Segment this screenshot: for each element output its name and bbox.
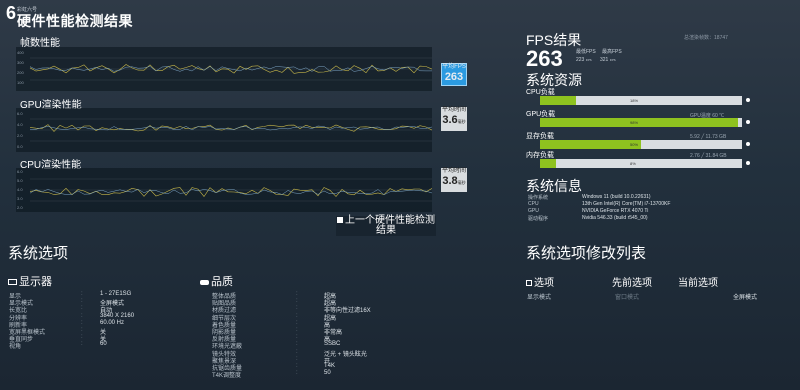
option-value: 泛光 + 镜头眩光 bbox=[324, 351, 367, 358]
option-value: 50 bbox=[324, 370, 331, 377]
option-value: 60 bbox=[100, 341, 107, 348]
sysinfo-row: 操作系统 Windows 11 (build 10.0.22631) bbox=[528, 194, 651, 201]
sysinfo-value: 13th Gen Intel(R) Core(TM) i7-13700KF bbox=[582, 201, 671, 207]
sysinfo-value: Windows 11 (build 10.0.22631) bbox=[582, 194, 651, 200]
option-row: 视角:60 bbox=[9, 341, 107, 351]
resource-bar: 50% bbox=[540, 140, 742, 149]
changes-col-previous: 先前选项 bbox=[612, 278, 652, 289]
gpu-chart: 6.0 4.0 2.0 0.0 bbox=[16, 108, 432, 152]
changes-col-option: 选项 bbox=[526, 274, 554, 289]
min-fps-value: 223 FPS bbox=[576, 57, 592, 63]
sysinfo-row: GPU NVIDIA GeForce RTX 4070 Ti bbox=[528, 208, 648, 214]
resource-pct: 50% bbox=[630, 142, 639, 147]
page-title: 硬件性能检测结果 bbox=[17, 13, 133, 29]
option-value: SSBC bbox=[324, 341, 341, 348]
resource-pct: 8% bbox=[630, 161, 636, 166]
avg-fps-value: 263 bbox=[526, 46, 563, 71]
option-value: 3840 X 2160 bbox=[100, 312, 135, 319]
resource-dot bbox=[746, 161, 750, 165]
resource-bar-fill bbox=[540, 159, 557, 168]
car-icon bbox=[200, 280, 209, 285]
resource-bar: 98% bbox=[540, 118, 742, 127]
chart-series-line bbox=[29, 125, 432, 131]
option-icon bbox=[526, 280, 532, 286]
min-fps-label: 最低FPS bbox=[576, 49, 596, 55]
resource-bar-fill bbox=[540, 140, 641, 149]
options-title: 系统选项 bbox=[8, 245, 69, 262]
sysinfo-row: 驱动程序 Nvidia 546.33 (build r545_00) bbox=[528, 215, 648, 222]
game-logo: 6 bbox=[6, 3, 17, 23]
resource-bar-fill bbox=[540, 118, 738, 127]
sysinfo-key: CPU bbox=[528, 201, 539, 207]
sysinfo-key: 驱动程序 bbox=[528, 216, 549, 222]
option-row: T4K调整度:50 bbox=[212, 370, 331, 380]
cpu-chart: 6.0 5.0 4.0 3.0 2.0 bbox=[16, 168, 432, 212]
chart-series-line bbox=[29, 187, 432, 198]
resource-pct: 98% bbox=[630, 120, 639, 125]
max-fps-value: 321 FPS bbox=[600, 57, 616, 63]
option-value: 60.00 Hz bbox=[100, 319, 125, 326]
display-section-title: 显示器 bbox=[8, 273, 52, 289]
resource-bar: 18% bbox=[540, 96, 742, 105]
sysinfo-value: Nvidia 546.33 (build r545_00) bbox=[582, 215, 648, 221]
option-key: 视角 bbox=[9, 344, 22, 351]
cpu-avg-badge: 平均时间 3.8毫秒 bbox=[441, 168, 467, 192]
option-value: T4K bbox=[324, 363, 336, 369]
resource-dot bbox=[746, 120, 750, 124]
chart-series-line bbox=[29, 124, 432, 132]
monitor-icon bbox=[8, 279, 17, 285]
sysinfo-row: CPU 13th Gen Intel(R) Core(TM) i7-13700KF bbox=[528, 201, 670, 207]
changes-col-current: 当前选项 bbox=[678, 278, 718, 289]
resource-dot bbox=[746, 142, 750, 146]
resource-pct: 18% bbox=[630, 98, 639, 103]
gpu-avg-badge: 平均时间 3.6毫秒 bbox=[441, 107, 467, 131]
previous-result-button[interactable]: 上一个硬件性能检测结果 bbox=[336, 216, 436, 236]
fps-chart: 400 300 200 100 bbox=[16, 47, 432, 91]
option-value: 1 - 27E1SG bbox=[100, 291, 132, 297]
sysinfo-value: NVIDIA GeForce RTX 4070 Ti bbox=[582, 208, 649, 214]
resource-bar-fill bbox=[540, 96, 577, 105]
sysinfo-title: 系统信息 bbox=[526, 178, 582, 194]
avg-fps-badge: 平均FPS 263 bbox=[441, 63, 467, 86]
sysinfo-key: GPU bbox=[528, 208, 539, 214]
quality-section-title: 品质 bbox=[200, 273, 233, 289]
resource-dot bbox=[746, 98, 750, 102]
change-row: 显示模式 窗口模式 全屏模式 bbox=[527, 295, 758, 301]
option-key: T4K调整度 bbox=[212, 373, 242, 380]
max-fps-label: 最高FPS bbox=[602, 49, 622, 55]
changes-title: 系统选项修改列表 bbox=[526, 245, 647, 262]
resource-bar: 8% bbox=[540, 159, 742, 168]
total-frames: 总渲染帧数：18747 bbox=[684, 35, 728, 41]
